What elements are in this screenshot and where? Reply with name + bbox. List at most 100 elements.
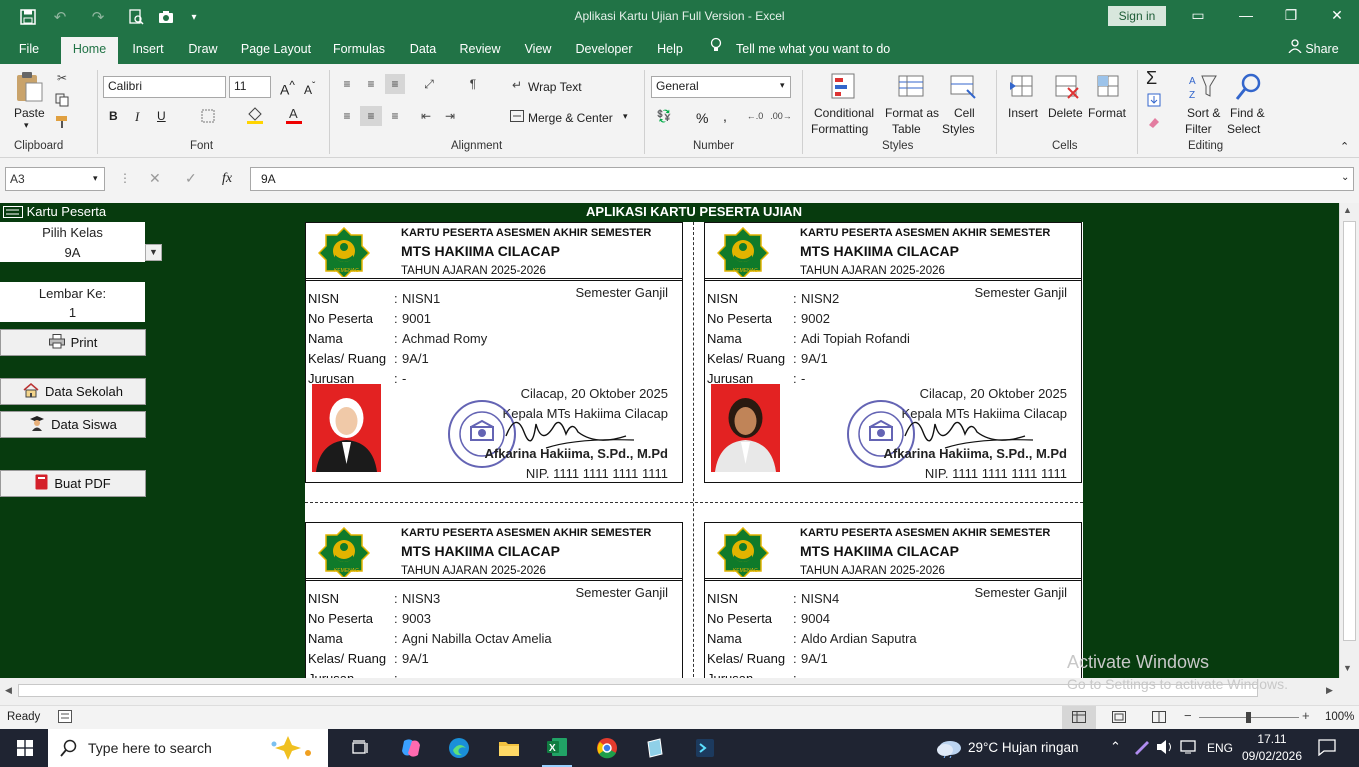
weather-text[interactable]: 29°C Hujan ringan [968, 740, 1078, 755]
font-name-select[interactable]: Calibri [103, 76, 226, 98]
excel-taskbar-icon[interactable]: X [542, 729, 572, 767]
decrease-font-icon[interactable]: Aˇ [304, 81, 315, 97]
tab-draw[interactable]: Draw [180, 34, 226, 64]
number-format-select[interactable]: General [651, 76, 791, 98]
format-cells-icon[interactable] [1092, 70, 1124, 102]
scroll-up-icon[interactable]: ▲ [1343, 205, 1352, 215]
tab-developer[interactable]: Developer [570, 34, 638, 64]
find-select-label-2[interactable]: Select [1227, 122, 1260, 136]
tray-chevron-icon[interactable]: ⌃ [1110, 739, 1121, 755]
task-view-icon[interactable] [346, 729, 376, 767]
delete-cells-label[interactable]: Delete [1048, 106, 1083, 120]
merge-center-button[interactable]: Merge & Center [528, 111, 613, 125]
notes-app-icon[interactable] [640, 729, 670, 767]
format-as-table-icon[interactable] [895, 70, 929, 104]
cell-styles-label-2[interactable]: Styles [942, 122, 975, 136]
tab-data[interactable]: Data [402, 34, 444, 64]
sort-filter-label-1[interactable]: Sort & [1187, 106, 1220, 120]
conditional-formatting-icon[interactable] [828, 70, 862, 104]
copy-icon[interactable] [54, 92, 70, 108]
paste-label[interactable]: Paste [14, 106, 45, 120]
underline-button[interactable]: U [157, 109, 166, 123]
expand-formula-icon[interactable]: ⌄ [1341, 172, 1349, 183]
windows-start-icon[interactable] [10, 729, 40, 767]
clock-time[interactable]: 17.11 [1244, 732, 1300, 746]
cancel-entry-icon[interactable]: ✕ [149, 170, 161, 187]
chrome-icon[interactable] [592, 729, 622, 767]
align-right-icon[interactable]: ≡ [386, 108, 404, 124]
tab-page-layout[interactable]: Page Layout [235, 34, 317, 64]
font-color-icon[interactable]: A [285, 106, 303, 124]
language-indicator[interactable]: ENG [1207, 741, 1233, 755]
copilot-icon[interactable] [396, 729, 426, 767]
increase-font-icon[interactable]: A^ [280, 79, 295, 98]
format-painter-icon[interactable] [54, 114, 70, 130]
conditional-formatting-label-2[interactable]: Formatting [811, 122, 868, 136]
font-size-select[interactable]: 11 [229, 76, 271, 98]
comma-button[interactable]: , [723, 108, 727, 124]
name-box-dropdown-icon[interactable]: ▾ [93, 173, 98, 184]
merge-icon[interactable] [509, 108, 525, 124]
zoom-level[interactable]: 100% [1325, 711, 1354, 723]
text-direction-icon[interactable]: ¶ [462, 76, 484, 92]
orientation-icon[interactable]: ⤢ [418, 76, 440, 92]
page-break-view-button[interactable] [1152, 711, 1166, 726]
zoom-slider-thumb[interactable] [1246, 712, 1251, 723]
wrap-text-icon[interactable]: ↵ [509, 77, 525, 93]
share-button[interactable]: Share [1305, 34, 1339, 64]
collapse-ribbon-icon[interactable]: ⌃ [1340, 140, 1349, 153]
decrease-indent-icon[interactable]: ⇤ [417, 108, 435, 124]
sign-in-button[interactable]: Sign in [1108, 6, 1166, 26]
align-top-icon[interactable]: ≡ [338, 76, 356, 92]
speaker-icon[interactable] [1156, 739, 1174, 758]
normal-view-button[interactable] [1062, 706, 1096, 729]
tab-view[interactable]: View [517, 34, 559, 64]
edge-icon[interactable] [444, 729, 474, 767]
clock-date[interactable]: 09/02/2026 [1238, 749, 1306, 763]
merge-dropdown-icon[interactable]: ▾ [623, 111, 628, 122]
zoom-in-button[interactable]: + [1302, 708, 1310, 723]
align-center-icon[interactable]: ≡ [360, 106, 382, 126]
name-box[interactable]: A3 [5, 167, 105, 191]
ribbon-display-icon[interactable]: ▭ [1186, 7, 1210, 27]
tab-review[interactable]: Review [454, 34, 506, 64]
restore-button[interactable]: ❐ [1279, 7, 1303, 27]
notifications-icon[interactable] [1318, 739, 1336, 759]
tab-home[interactable]: Home [61, 37, 118, 64]
accounting-format-icon[interactable]: 💱 [654, 108, 674, 124]
insert-cells-label[interactable]: Insert [1008, 106, 1038, 120]
file-explorer-icon[interactable] [494, 729, 524, 767]
minimize-button[interactable]: — [1234, 7, 1258, 27]
tab-insert[interactable]: Insert [125, 34, 171, 64]
pilih-kelas-dropdown[interactable]: ▼ [145, 244, 162, 261]
format-cells-label[interactable]: Format [1088, 106, 1126, 120]
worksheet[interactable]: Kartu Peserta Pilih Kelas 9A ▼ Lembar Ke… [0, 203, 1339, 678]
buat-pdf-button[interactable]: Buat PDF [0, 470, 146, 497]
tab-formulas[interactable]: Formulas [327, 34, 391, 64]
paste-icon[interactable] [12, 70, 46, 104]
sort-filter-label-2[interactable]: Filter [1185, 122, 1212, 136]
cell-styles-label-1[interactable]: Cell [954, 106, 975, 120]
close-button[interactable]: ✕ [1325, 7, 1349, 27]
delete-cells-icon[interactable] [1050, 70, 1082, 102]
scroll-down-icon[interactable]: ▼ [1343, 663, 1352, 673]
terminal-app-icon[interactable] [690, 729, 720, 767]
pen-icon[interactable] [1133, 739, 1151, 758]
tab-file[interactable]: File [8, 34, 50, 64]
vertical-scroll-thumb[interactable] [1343, 221, 1356, 641]
italic-button[interactable]: I [135, 109, 139, 125]
weather-icon[interactable] [936, 738, 964, 761]
tab-help[interactable]: Help [649, 34, 691, 64]
macro-record-icon[interactable] [58, 710, 72, 726]
pilih-kelas-value[interactable]: 9A [0, 245, 145, 260]
format-as-table-label-2[interactable]: Table [892, 122, 921, 136]
taskbar-search[interactable]: Type here to search [48, 729, 328, 767]
data-siswa-button[interactable]: Data Siswa [0, 411, 146, 438]
find-select-label-1[interactable]: Find & [1230, 106, 1265, 120]
paste-dropdown-icon[interactable]: ▾ [24, 120, 29, 131]
format-as-table-label-1[interactable]: Format as [885, 106, 939, 120]
print-button[interactable]: Print [0, 329, 146, 356]
find-select-icon[interactable] [1232, 70, 1266, 104]
confirm-entry-icon[interactable]: ✓ [185, 170, 197, 187]
percent-button[interactable]: % [696, 110, 708, 126]
